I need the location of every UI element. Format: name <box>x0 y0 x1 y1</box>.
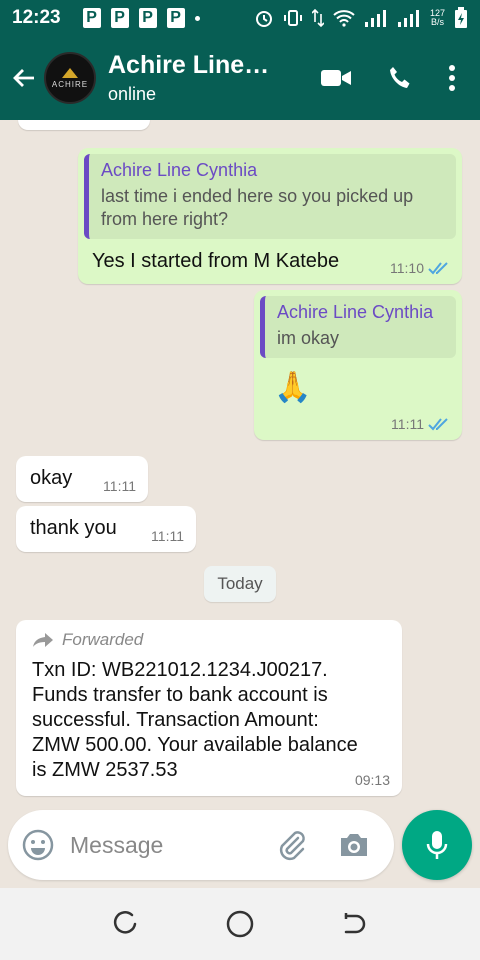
home-icon[interactable] <box>225 909 255 939</box>
notification-icons: P P P P <box>82 8 200 28</box>
forwarded-label-row: Forwarded <box>32 630 386 650</box>
message-text: thank you <box>30 517 117 539</box>
voice-message-button[interactable] <box>402 810 472 880</box>
signal-2-icon <box>397 10 419 27</box>
contact-info[interactable]: Achire Line… online <box>108 51 278 105</box>
quote-text: im okay <box>277 328 340 348</box>
avatar-logo-text: ACHIRE <box>51 79 89 89</box>
more-notifications-dot-icon <box>194 15 200 21</box>
date-separator: Today <box>204 566 276 602</box>
net-speed-unit: B/s <box>430 17 444 27</box>
camera-icon[interactable] <box>338 831 370 859</box>
message-input[interactable]: Message <box>70 832 163 859</box>
composer-actions <box>276 829 370 861</box>
double-check-read-icon <box>428 418 448 431</box>
message-meta: 11:10 <box>390 260 450 276</box>
outgoing-message[interactable]: Achire Line Cynthia last time i ended he… <box>78 148 462 284</box>
notification-badge-4: P <box>166 8 185 28</box>
status-time: 12:23 <box>12 7 61 28</box>
message-text: okay <box>30 467 73 489</box>
vibrate-icon <box>283 10 302 26</box>
quoted-message[interactable]: Achire Line Cynthia im okay <box>260 296 456 358</box>
message-meta: 11:11 <box>391 416 450 432</box>
outgoing-message[interactable]: Achire Line Cynthia im okay 🙏 11:11 <box>254 290 462 440</box>
message-time: 11:10 <box>390 260 424 276</box>
header-actions <box>320 64 456 92</box>
more-options-icon[interactable] <box>448 65 456 91</box>
data-arrows-icon <box>311 8 324 28</box>
forwarded-label: Forwarded <box>62 630 144 649</box>
message-time: 11:11 <box>391 416 424 432</box>
quoted-message[interactable]: Achire Line Cynthia last time i ended he… <box>84 154 456 239</box>
alarm-icon <box>255 11 272 27</box>
voice-call-icon[interactable] <box>386 64 414 92</box>
chat-area[interactable]: Achire Line Cynthia last time i ended he… <box>0 120 480 800</box>
quote-author: Achire Line Cynthia <box>101 160 258 180</box>
attach-icon[interactable] <box>276 829 308 861</box>
logo-icon <box>62 67 78 78</box>
wifi-icon <box>333 10 355 27</box>
back-arrow-icon <box>13 69 34 87</box>
message-meta: 09:13 <box>355 772 390 788</box>
signal-1-icon <box>364 10 386 27</box>
message-meta: 11:11 <box>151 528 184 544</box>
status-bar: 12:23 P P P P 127 B/s <box>0 0 480 36</box>
microphone-icon <box>426 831 448 859</box>
system-navigation-bar <box>0 888 480 960</box>
message-emoji: 🙏 <box>274 370 312 405</box>
back-nav-icon[interactable] <box>340 910 368 938</box>
forward-arrow-icon <box>33 633 53 647</box>
contact-name: Achire Line… <box>108 51 270 79</box>
incoming-message[interactable]: okay 11:11 <box>16 456 148 502</box>
incoming-message[interactable]: thank you 11:11 <box>16 506 196 552</box>
quote-author: Achire Line Cynthia <box>277 302 434 322</box>
message-composer: Message <box>8 810 394 880</box>
notification-badge-3: P <box>138 8 157 28</box>
contact-avatar[interactable]: ACHIRE <box>44 52 96 104</box>
recent-apps-icon[interactable] <box>112 910 140 938</box>
message-time: 09:13 <box>354 772 390 788</box>
battery-charging-icon <box>455 7 467 28</box>
video-call-icon[interactable] <box>320 67 352 89</box>
system-icons: 127 B/s <box>254 7 468 29</box>
notification-badge-1: P <box>82 8 101 28</box>
message-meta: 11:11 <box>103 478 136 494</box>
message-time: 11:11 <box>151 528 184 544</box>
message-time: 11:11 <box>103 478 136 494</box>
net-speed: 127 B/s <box>430 9 445 27</box>
contact-status: online <box>108 84 157 104</box>
chat-header: ACHIRE Achire Line… online <box>0 36 480 120</box>
notification-badge-2: P <box>110 8 129 28</box>
message-text: Txn ID: WB221012.1234.J00217. Funds tran… <box>32 659 358 781</box>
previous-message-bubble[interactable] <box>18 120 150 130</box>
back-button[interactable] <box>4 50 44 106</box>
quote-text: last time i ended here so you picked up … <box>101 186 414 229</box>
double-check-read-icon <box>428 262 448 275</box>
forwarded-message[interactable]: Forwarded Txn ID: WB221012.1234.J00217. … <box>16 620 402 796</box>
emoji-icon[interactable] <box>22 829 54 861</box>
